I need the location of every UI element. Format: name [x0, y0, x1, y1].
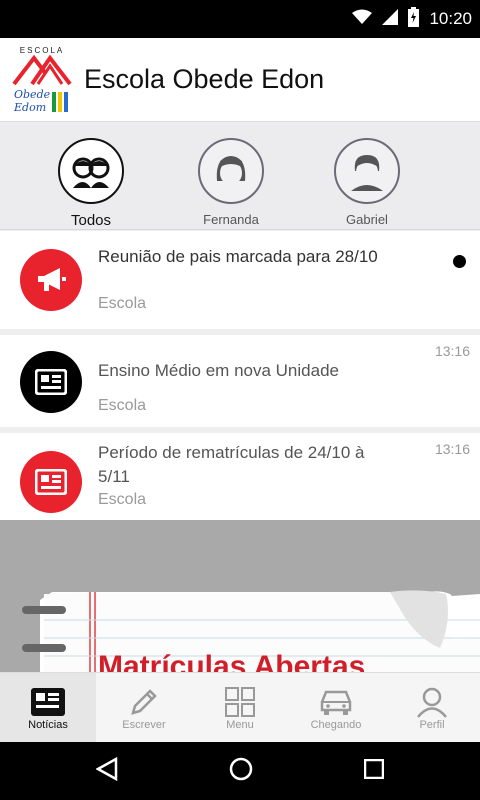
nav-noticias[interactable]: Notícias: [0, 673, 96, 742]
wifi-icon: [352, 9, 373, 30]
filter-fernanda[interactable]: Fernanda: [176, 138, 286, 227]
recents-icon[interactable]: [364, 758, 385, 784]
nav-label: Menu: [226, 719, 254, 731]
news-source: Escola: [98, 397, 147, 414]
news-title: Reunião de pais marcada para 28/10: [98, 247, 378, 266]
battery-icon: [408, 6, 420, 32]
filter-label: Todos: [70, 212, 112, 229]
unread-indicator: [453, 255, 466, 268]
person-icon: [384, 685, 480, 719]
nav-label: Escrever: [122, 719, 166, 731]
grid-icon: [192, 685, 288, 719]
news-time: 13:16: [434, 343, 470, 359]
nav-label: Perfil: [419, 719, 445, 731]
filter-label: Gabriel: [346, 212, 388, 227]
back-icon[interactable]: [95, 756, 118, 786]
nav-label: Notícias: [28, 719, 68, 731]
newspaper-icon: [0, 685, 96, 719]
svg-text:ESCOLA: ESCOLA: [20, 46, 64, 55]
boy-avatar-icon: [334, 138, 400, 204]
enrollment-banner[interactable]: Matrículas Abertas: [0, 520, 480, 672]
status-bar: 10:20: [0, 0, 480, 38]
car-icon: [288, 685, 384, 719]
bottom-navigation: Notícias Escrever Menu Chegando Perfil: [0, 672, 480, 742]
clock: 10:20: [429, 9, 472, 28]
news-card[interactable]: Ensino Médio em nova Unidade Escola 13:1…: [0, 335, 480, 427]
news-card[interactable]: Período de rematrículas de 24/10 à 5/11 …: [0, 433, 480, 521]
nav-perfil[interactable]: Perfil: [384, 673, 480, 742]
newspaper-icon: [20, 451, 82, 513]
system-navigation-bar: [0, 742, 480, 800]
news-feed: Reunião de pais marcada para 28/10 Escol…: [0, 231, 480, 527]
banner-text: Matrículas Abertas: [98, 650, 365, 672]
student-filter-bar: Todos Fernanda Gabriel: [0, 122, 480, 230]
news-source: Escola: [98, 295, 147, 312]
news-title: Período de rematrículas de 24/10 à 5/11: [98, 443, 365, 486]
newspaper-icon: [20, 351, 82, 413]
filter-todos[interactable]: Todos: [36, 138, 146, 229]
app-bar: ESCOLA Obede Edom Escola Obede Edon: [0, 38, 480, 122]
nav-escrever[interactable]: Escrever: [96, 673, 192, 742]
news-card[interactable]: Reunião de pais marcada para 28/10 Escol…: [0, 231, 480, 329]
app-title: Escola Obede Edon: [84, 64, 325, 94]
nav-label: Chegando: [310, 719, 362, 731]
news-time: 13:16: [434, 441, 470, 457]
pencil-icon: [96, 685, 192, 719]
group-icon: [58, 138, 124, 204]
nav-menu[interactable]: Menu: [192, 673, 288, 742]
svg-text:Edom: Edom: [13, 101, 46, 114]
girl-avatar-icon: [198, 138, 264, 204]
megaphone-icon: [20, 249, 82, 311]
nav-chegando[interactable]: Chegando: [288, 673, 384, 742]
signal-icon: [382, 8, 399, 30]
news-title: Ensino Médio em nova Unidade: [98, 361, 339, 380]
news-source: Escola: [98, 491, 147, 508]
svg-text:Obede: Obede: [14, 88, 51, 101]
home-icon[interactable]: [229, 757, 253, 786]
filter-label: Fernanda: [203, 212, 259, 227]
school-logo: ESCOLA Obede Edom: [12, 44, 72, 116]
filter-gabriel[interactable]: Gabriel: [312, 138, 422, 227]
